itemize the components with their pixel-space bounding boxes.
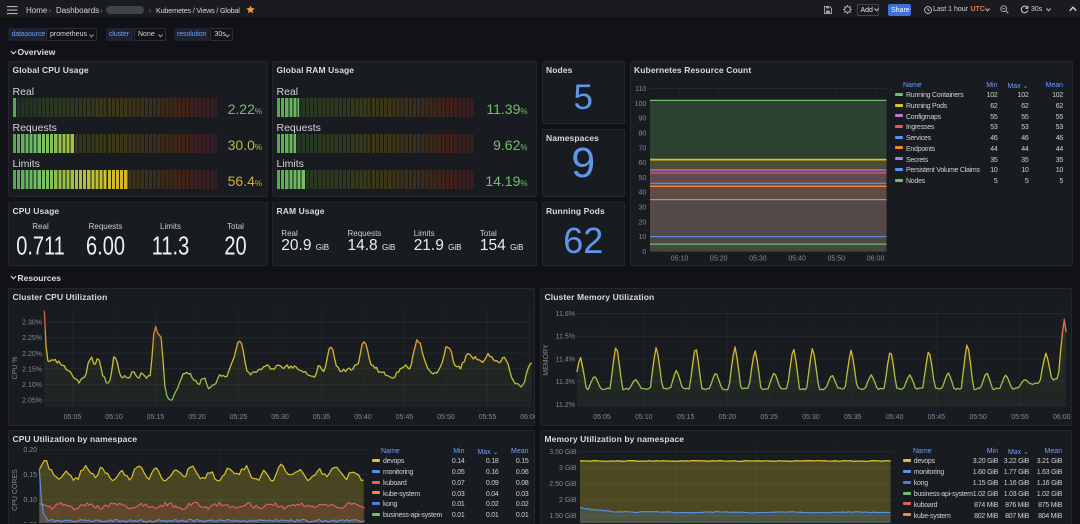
svg-text:05:05: 05:05	[593, 414, 611, 421]
svg-text:06:00: 06:00	[866, 255, 884, 262]
svg-text:05:10: 05:10	[670, 255, 688, 262]
svg-text:40: 40	[638, 189, 646, 196]
svg-text:05:30: 05:30	[271, 414, 289, 421]
svg-text:3.50 GiB: 3.50 GiB	[549, 449, 577, 456]
svg-text:05:25: 05:25	[230, 414, 248, 421]
svg-text:80: 80	[638, 130, 646, 137]
svg-text:0.05: 0.05	[23, 522, 37, 523]
svg-text:2.10%: 2.10%	[22, 382, 42, 389]
svg-text:2.50 GiB: 2.50 GiB	[549, 481, 577, 488]
svg-text:05:10: 05:10	[105, 414, 123, 421]
svg-text:05:40: 05:40	[886, 414, 904, 421]
svg-text:05:25: 05:25	[760, 414, 778, 421]
svg-text:3 GiB: 3 GiB	[559, 465, 577, 472]
svg-text:05:10: 05:10	[635, 414, 653, 421]
svg-text:05:50: 05:50	[827, 255, 845, 262]
svg-text:06:00: 06:00	[1053, 414, 1071, 421]
svg-text:2.15%: 2.15%	[22, 366, 42, 373]
svg-text:05:15: 05:15	[677, 414, 695, 421]
svg-text:05:20: 05:20	[719, 414, 737, 421]
svg-text:06:00: 06:00	[520, 414, 535, 421]
svg-text:05:45: 05:45	[396, 414, 414, 421]
svg-text:90: 90	[638, 115, 646, 122]
svg-text:05:35: 05:35	[313, 414, 331, 421]
svg-text:110: 110	[635, 86, 646, 93]
svg-text:2.25%: 2.25%	[22, 335, 42, 342]
svg-text:05:45: 05:45	[928, 414, 946, 421]
svg-text:2.30%: 2.30%	[22, 320, 42, 327]
svg-text:0.20: 0.20	[23, 447, 37, 454]
svg-text:30: 30	[638, 204, 646, 211]
svg-text:0.10: 0.10	[23, 497, 37, 504]
svg-text:11.5%: 11.5%	[556, 334, 575, 341]
svg-text:05:15: 05:15	[147, 414, 165, 421]
svg-text:05:50: 05:50	[437, 414, 455, 421]
svg-text:05:50: 05:50	[969, 414, 987, 421]
svg-text:05:20: 05:20	[709, 255, 727, 262]
svg-text:05:20: 05:20	[188, 414, 206, 421]
svg-text:11.2%: 11.2%	[556, 402, 575, 409]
svg-text:2.20%: 2.20%	[22, 351, 42, 358]
svg-text:05:30: 05:30	[749, 255, 767, 262]
svg-text:11.4%: 11.4%	[556, 356, 575, 363]
svg-text:05:05: 05:05	[64, 414, 82, 421]
svg-text:1.50 GiB: 1.50 GiB	[549, 513, 577, 520]
svg-text:20: 20	[638, 219, 646, 226]
svg-text:70: 70	[638, 145, 646, 152]
svg-text:MEMORY: MEMORY	[543, 344, 550, 376]
svg-text:05:30: 05:30	[802, 414, 820, 421]
svg-text:0: 0	[642, 249, 646, 256]
svg-text:50: 50	[638, 174, 646, 181]
svg-text:100: 100	[634, 100, 646, 107]
svg-text:05:55: 05:55	[479, 414, 497, 421]
svg-text:11.6%: 11.6%	[556, 311, 575, 318]
svg-text:05:40: 05:40	[788, 255, 806, 262]
svg-text:2.05%: 2.05%	[22, 398, 42, 405]
svg-text:10: 10	[638, 234, 646, 241]
svg-text:CPU %: CPU %	[12, 357, 19, 380]
svg-text:05:40: 05:40	[354, 414, 372, 421]
svg-text:11.3%: 11.3%	[556, 379, 575, 386]
svg-text:05:35: 05:35	[844, 414, 862, 421]
svg-text:2 GiB: 2 GiB	[559, 497, 577, 504]
svg-text:05:55: 05:55	[1011, 414, 1029, 421]
svg-text:60: 60	[638, 160, 646, 167]
svg-text:0.15: 0.15	[23, 472, 37, 479]
svg-text:CPU CORES: CPU CORES	[12, 469, 19, 511]
